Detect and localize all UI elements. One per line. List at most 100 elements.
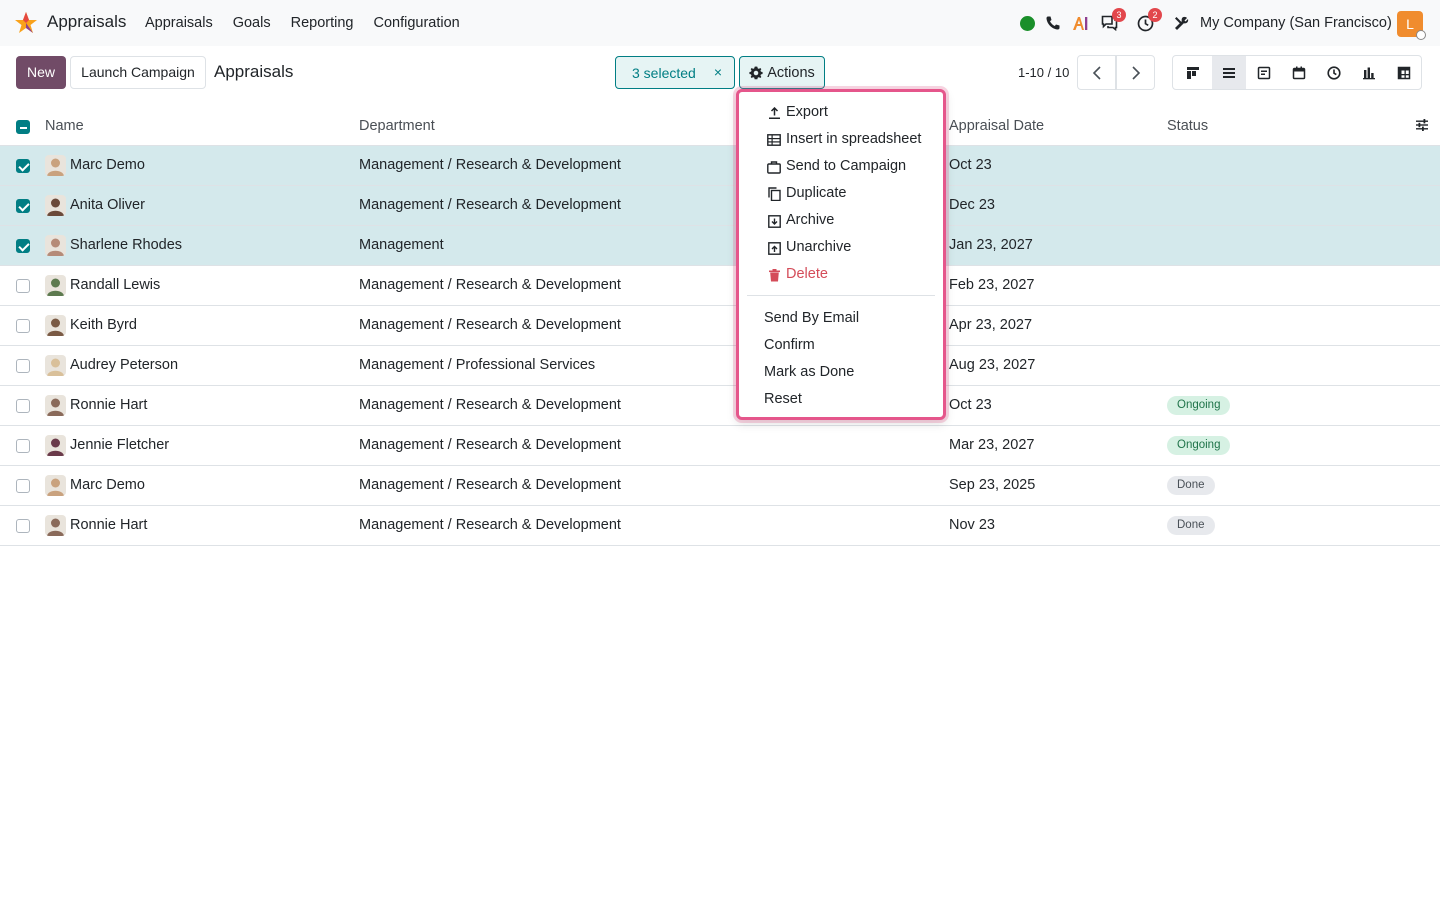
row-checkbox[interactable] <box>16 239 30 253</box>
table-row[interactable]: Audrey Peterson Management / Professional… <box>0 346 1440 386</box>
row-checkbox[interactable] <box>16 359 30 373</box>
column-header-name[interactable]: Name <box>45 118 84 134</box>
actions-label: Actions <box>767 64 815 81</box>
table-row[interactable]: Anita Oliver Management / Research & Deve… <box>0 186 1440 226</box>
employee-avatar <box>45 395 66 416</box>
column-header-appraisal-date[interactable]: Appraisal Date <box>949 118 1044 134</box>
employee-name: Ronnie Hart <box>70 517 148 533</box>
row-checkbox[interactable] <box>16 519 30 533</box>
select-all-checkbox[interactable] <box>16 120 30 134</box>
calendar-view-button[interactable] <box>1282 56 1316 89</box>
activities-clock-icon[interactable]: 2 <box>1136 8 1162 32</box>
employee-avatar <box>45 515 66 536</box>
menu-item-confirm[interactable]: Confirm <box>739 333 943 359</box>
employee-name: Sharlene Rhodes <box>70 237 183 253</box>
menu-item-archive[interactable]: Archive <box>739 208 943 234</box>
menu-divider <box>747 295 935 296</box>
selection-indicator: 3 selected × <box>615 56 735 89</box>
employee-name: Jennie Fletcher <box>70 437 170 453</box>
appraisal-date: Dec 23 <box>949 197 995 213</box>
employee-avatar <box>45 315 66 336</box>
clock-icon <box>1327 65 1341 80</box>
employee-name: Marc Demo <box>70 477 145 493</box>
table-row[interactable]: Sharlene Rhodes Management Jan 23, 2027 <box>0 226 1440 266</box>
table-row[interactable]: Ronnie Hart Management / Research & Devel… <box>0 386 1440 426</box>
kanban-view-button[interactable] <box>1176 56 1210 89</box>
column-header-department[interactable]: Department <box>359 118 435 134</box>
debug-tools-icon[interactable] <box>1172 14 1190 32</box>
phone-icon[interactable] <box>1044 14 1062 32</box>
actions-button[interactable]: Actions <box>739 56 825 89</box>
employee-avatar <box>45 195 66 216</box>
menu-item-send-by-email-label: Send By Email <box>764 310 860 326</box>
launch-campaign-button[interactable]: Launch Campaign <box>70 56 206 89</box>
table-row[interactable]: Randall Lewis Management / Research & Dev… <box>0 266 1440 306</box>
optional-columns-icon[interactable] <box>1415 118 1429 136</box>
department: Management / Research & Development <box>359 437 621 453</box>
pager-value[interactable]: 1-10 / 10 <box>1018 65 1069 80</box>
appraisal-date: Sep 23, 2025 <box>949 477 1036 493</box>
employee-avatar <box>45 235 66 256</box>
appraisal-date: Mar 23, 2027 <box>949 437 1035 453</box>
pager-previous-button[interactable] <box>1077 55 1116 90</box>
menu-item-delete[interactable]: Delete <box>739 262 943 288</box>
employee-name: Marc Demo <box>70 157 145 173</box>
row-checkbox[interactable] <box>16 479 30 493</box>
graph-view-button[interactable] <box>1352 56 1386 89</box>
menu-item-insert-spreadsheet[interactable]: Insert in spreadsheet <box>739 127 943 153</box>
table-row[interactable]: Jennie Fletcher Management / Research & D… <box>0 426 1440 466</box>
list-icon <box>1223 67 1235 78</box>
department: Management / Research & Development <box>359 517 621 533</box>
unarchive-icon <box>767 241 781 255</box>
company-switcher[interactable]: My Company (San Francisco) <box>1200 15 1392 31</box>
messages-icon[interactable]: 3 <box>1100 8 1126 32</box>
appraisal-date: Oct 23 <box>949 397 992 413</box>
column-header-status[interactable]: Status <box>1167 118 1208 134</box>
app-logo-icon[interactable] <box>14 11 38 35</box>
menu-item-unarchive[interactable]: Unarchive <box>739 235 943 261</box>
clear-selection-button[interactable]: × <box>714 64 722 80</box>
upload-icon <box>767 106 781 120</box>
table-row[interactable]: Marc Demo Management / Research & Develop… <box>0 466 1440 506</box>
menu-item-insert-spreadsheet-label: Insert in spreadsheet <box>786 131 922 147</box>
menu-item-reporting[interactable]: Reporting <box>291 15 354 31</box>
row-checkbox[interactable] <box>16 279 30 293</box>
menu-item-send-to-campaign[interactable]: Send to Campaign <box>739 154 943 180</box>
kanban-icon <box>1187 66 1199 79</box>
department: Management / Research & Development <box>359 317 621 333</box>
activity-view-button[interactable] <box>1317 56 1351 89</box>
app-name[interactable]: Appraisals <box>47 12 126 32</box>
presence-status-icon[interactable] <box>1018 14 1036 32</box>
menu-item-reset[interactable]: Reset <box>739 387 943 413</box>
user-status-icon <box>1416 30 1426 40</box>
menu-item-send-by-email[interactable]: Send By Email <box>739 306 943 332</box>
table-row[interactable]: Marc Demo Management / Research & Develop… <box>0 146 1440 186</box>
row-checkbox[interactable] <box>16 439 30 453</box>
row-checkbox[interactable] <box>16 159 30 173</box>
top-navbar: Appraisals Appraisals Goals Reporting Co… <box>0 0 1440 46</box>
pivot-view-button[interactable] <box>1387 56 1421 89</box>
menu-item-goals[interactable]: Goals <box>233 15 271 31</box>
table-row[interactable]: Keith Byrd Management / Research & Develo… <box>0 306 1440 346</box>
selected-count-label: 3 selected <box>632 65 696 81</box>
pager-next-button[interactable] <box>1116 55 1155 90</box>
menu-item-duplicate[interactable]: Duplicate <box>739 181 943 207</box>
ai-icon[interactable] <box>1072 14 1090 32</box>
menu-item-mark-as-done[interactable]: Mark as Done <box>739 360 943 386</box>
menu-item-export[interactable]: Export <box>739 100 943 126</box>
employee-name: Anita Oliver <box>70 197 145 213</box>
table-row[interactable]: Ronnie Hart Management / Research & Devel… <box>0 506 1440 546</box>
row-checkbox[interactable] <box>16 319 30 333</box>
appraisal-date: Apr 23, 2027 <box>949 317 1033 333</box>
list-view-button[interactable] <box>1212 56 1246 89</box>
form-view-button[interactable] <box>1247 56 1281 89</box>
menu-item-appraisals[interactable]: Appraisals <box>145 15 213 31</box>
menu-item-send-to-campaign-label: Send to Campaign <box>786 158 907 174</box>
row-checkbox[interactable] <box>16 199 30 213</box>
new-button[interactable]: New <box>16 56 66 89</box>
menu-item-confirm-label: Confirm <box>764 337 815 353</box>
user-avatar[interactable]: L <box>1397 11 1426 40</box>
menu-item-configuration[interactable]: Configuration <box>373 15 459 31</box>
row-checkbox[interactable] <box>16 399 30 413</box>
activities-count-badge: 2 <box>1148 8 1162 22</box>
